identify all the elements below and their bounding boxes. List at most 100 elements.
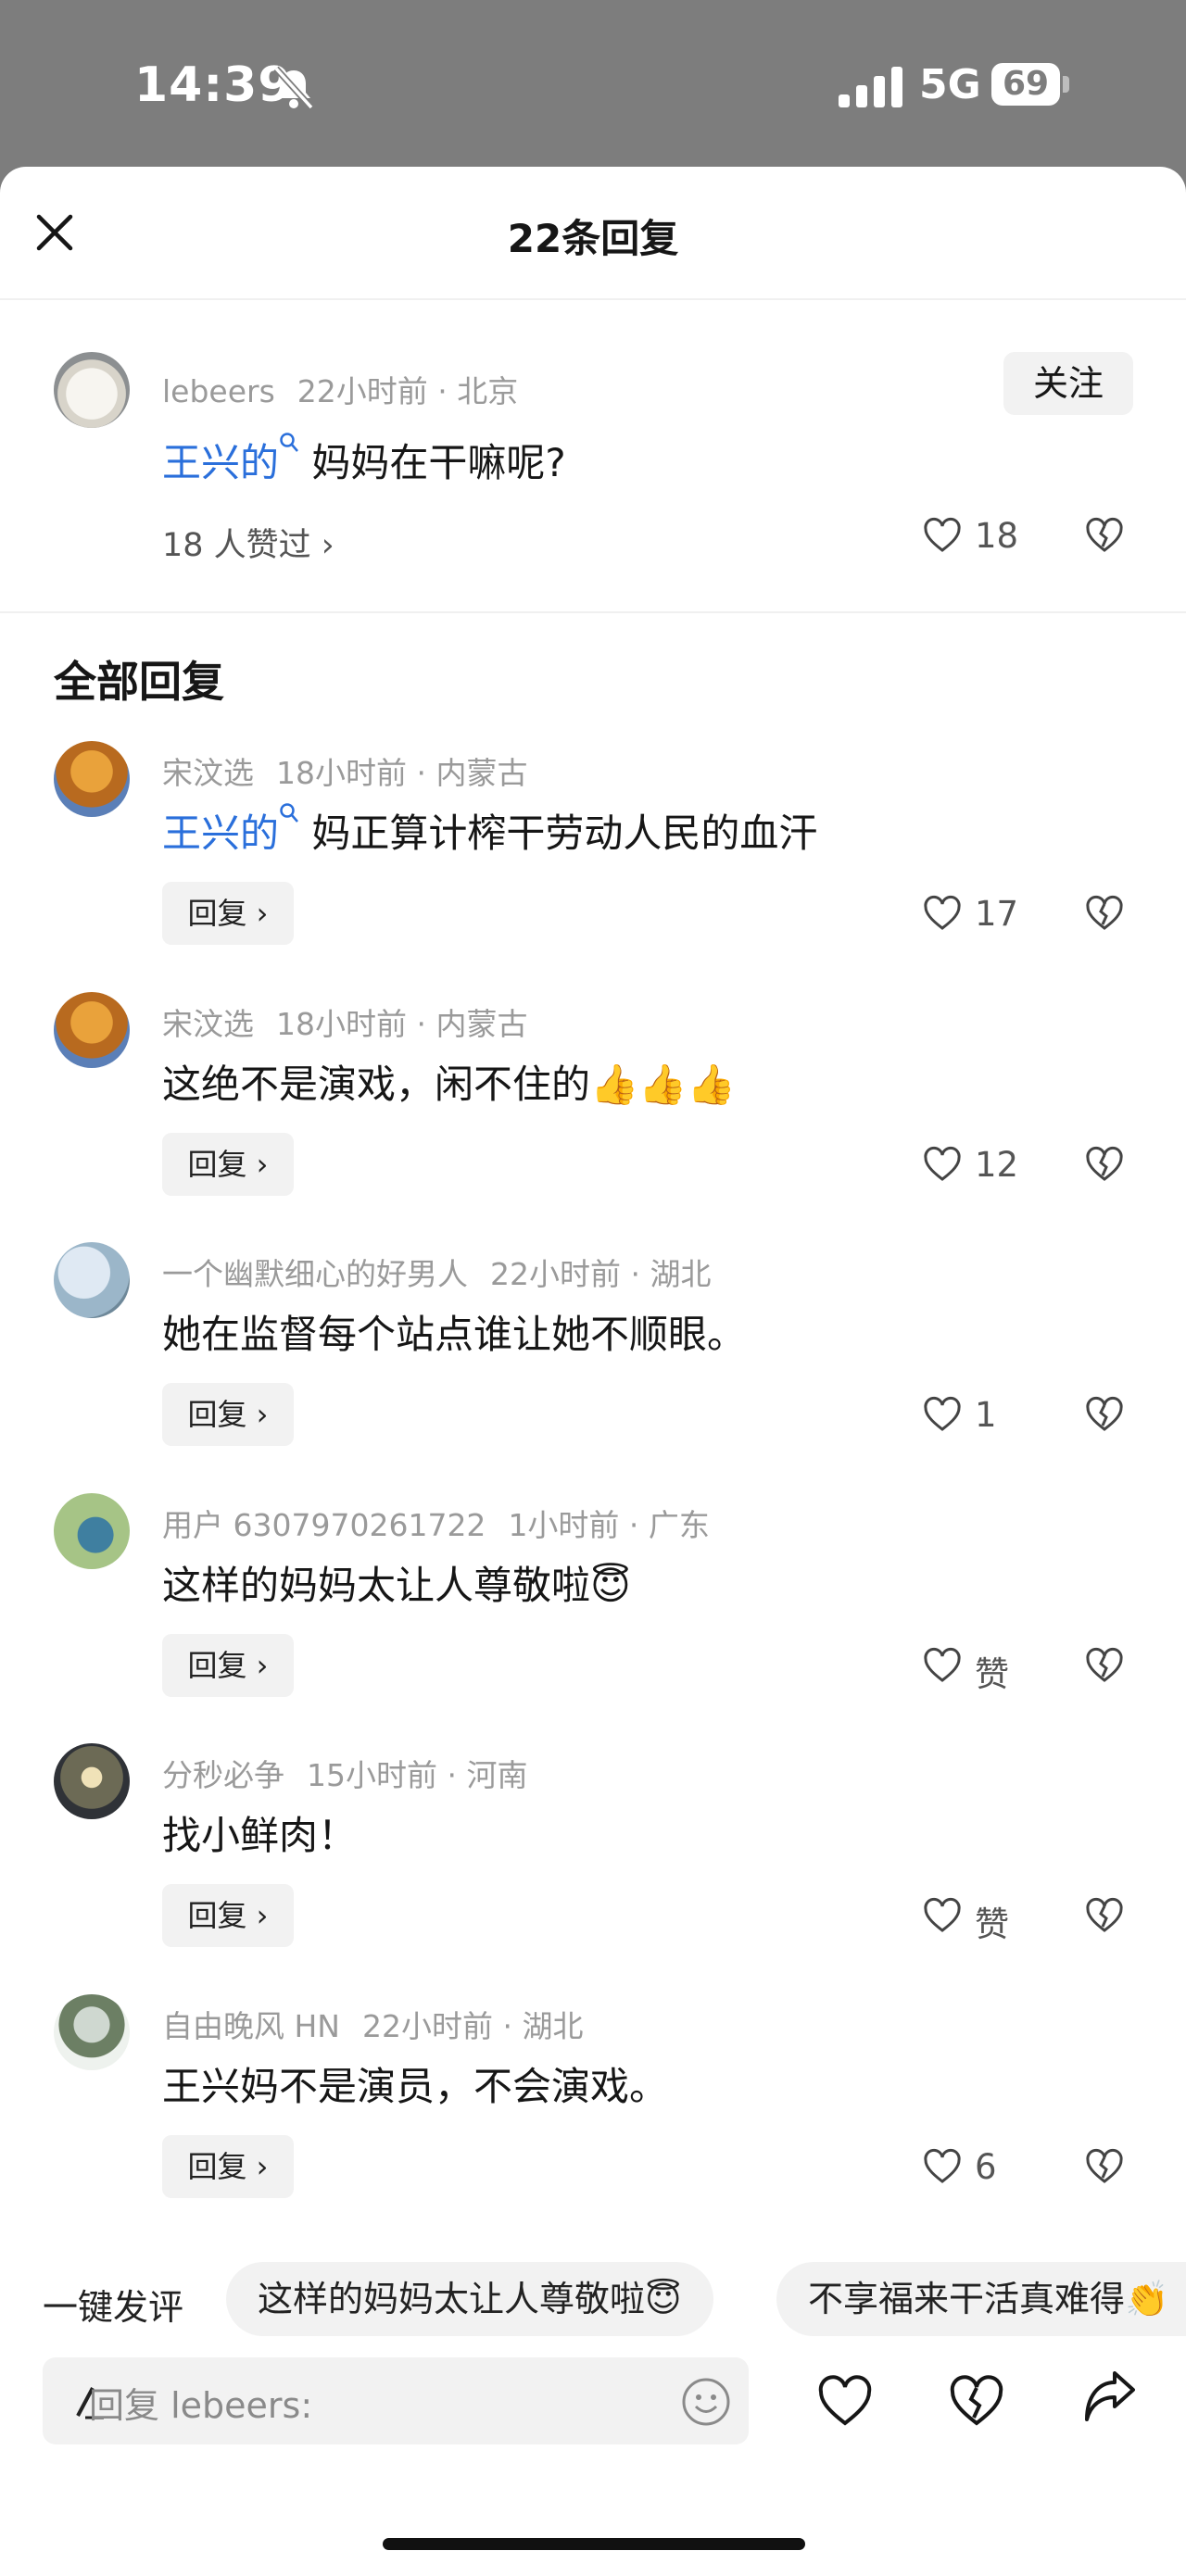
comment-time: 1小时前 [508,1507,620,1543]
heart-icon[interactable] [922,2146,963,2187]
reply-text: 这样的妈妈太让人尊敬啦😇 [162,1554,631,1611]
network-label: 5G [919,61,981,108]
follow-button[interactable]: 关注 [1003,352,1133,415]
likers-link[interactable]: 18 人赞过 › [162,519,334,566]
battery-level: 69 [1002,65,1050,103]
heart-icon[interactable] [922,1144,963,1185]
comment-time: 22小时前 [296,373,428,409]
comment-body: 妈正算计榨干劳动人民的血汗 [311,810,818,856]
divider [0,611,1186,613]
search-icon[interactable] [279,802,299,828]
reply-text: 王兴妈不是演员，不会演戏。 [162,2055,668,2112]
reply-button[interactable]: 回复 › [162,1884,294,1947]
root-comment-meta: lebeers 22小时前 · 北京 [162,373,519,409]
reply-meta: 自由晚风 HN 22小时前 · 湖北 [162,2008,584,2044]
like-count: 18 [975,516,1019,556]
avatar[interactable] [54,1242,130,1318]
home-indicator[interactable] [383,2538,805,2550]
mention-link[interactable]: 王兴的 [162,440,279,485]
heart-icon[interactable] [922,1895,963,1936]
like-count: 1 [975,1395,997,1435]
comment-time: 22小时前 [490,1256,621,1292]
avatar[interactable] [54,1743,130,1819]
username[interactable]: 用户 6307970261722 [162,1507,486,1543]
comment-location: 河南 [466,1757,528,1793]
comment-body: 她在监督每个站点谁让她不顺眼。 [162,1312,747,1357]
reply-text: 她在监督每个站点谁让她不顺眼。 [162,1303,746,1360]
broken-heart-icon[interactable] [1084,893,1125,934]
reply-meta: 分秒必争 15小时前 · 河南 [162,1757,528,1793]
username[interactable]: 自由晚风 HN [162,2008,340,2044]
username[interactable]: lebeers [162,373,275,409]
avatar[interactable] [54,1994,130,2070]
quick-reply-chip[interactable]: 不享福来干活真难得👏 [776,2262,1186,2336]
avatar[interactable] [54,352,130,428]
username[interactable]: 宋汶选 [162,755,254,791]
comment-body: 妈妈在干嘛呢? [311,440,566,485]
username[interactable]: 分秒必争 [162,1757,284,1793]
reply-text: 找小鲜肉！ [162,1804,357,1861]
reply-button[interactable]: 回复 › [162,1133,294,1196]
reply-text: 这绝不是演戏，闲不住的👍👍👍 [162,1053,736,1110]
heart-icon[interactable] [922,893,963,934]
quick-reply-label: 一键发评 [43,2287,184,2328]
signal-icon [839,67,902,107]
comment-time: 18小时前 [276,755,407,791]
reply-meta: 用户 6307970261722 1小时前 · 广东 [162,1507,710,1543]
avatar[interactable] [54,741,130,817]
broken-heart-icon[interactable] [1084,1895,1125,1936]
quick-reply-chip[interactable]: 这样的妈妈太让人尊敬啦😇 [226,2262,713,2336]
emoji-icon[interactable] [680,2376,732,2428]
reply-button[interactable]: 回复 › [162,1634,294,1697]
comment-location: 内蒙古 [435,755,528,791]
comment-body: 找小鲜肉！ [162,1813,358,1858]
avatar[interactable] [54,1493,130,1569]
heart-icon[interactable] [922,1645,963,1686]
avatar[interactable] [54,992,130,1068]
reply-meta: 宋汶选 18小时前 · 内蒙古 [162,755,528,791]
comment-location: 湖北 [522,2008,584,2044]
like-count: 17 [975,894,1019,934]
broken-heart-icon[interactable] [1084,1645,1125,1686]
like-count: 赞 [975,1904,1009,1944]
status-time: 14:39 [134,57,293,113]
username[interactable]: 宋汶选 [162,1006,254,1042]
reply-text: 王兴的 妈正算计榨干劳动人民的血汗 [162,802,817,859]
comment-location: 内蒙古 [435,1006,528,1042]
comment-body: 这绝不是演戏，闲不住的👍👍👍 [162,1062,736,1107]
heart-icon[interactable] [922,515,963,556]
broken-heart-icon[interactable] [1084,1394,1125,1435]
comment-location: 广东 [648,1507,710,1543]
search-icon[interactable] [279,432,299,458]
section-title: 全部回复 [54,657,224,707]
comment-time: 18小时前 [276,1006,407,1042]
sheet-title: 22条回复 [507,216,679,261]
username[interactable]: 一个幽默细心的好男人 [162,1256,468,1292]
comment-time: 15小时前 [307,1757,437,1793]
broken-heart-icon[interactable] [1084,1144,1125,1185]
comment-location: 湖北 [650,1256,712,1292]
mention-link[interactable]: 王兴的 [162,810,279,856]
reply-input-placeholder: 回复 lebeers: [89,2385,313,2426]
like-count: 12 [975,1145,1019,1185]
comment-body: 这样的妈妈太让人尊敬啦😇 [162,1563,631,1608]
broken-heart-icon[interactable] [1084,515,1125,556]
reply-meta: 宋汶选 18小时前 · 内蒙古 [162,1006,528,1042]
comment-location: 北京 [457,373,519,409]
divider [0,298,1186,300]
battery-icon: 69 [991,63,1071,106]
comment-body: 王兴妈不是演员，不会演戏。 [162,2064,669,2109]
broken-heart-icon[interactable] [947,2371,1006,2431]
like-count: 赞 [975,1654,1009,1694]
share-icon[interactable] [1079,2371,1139,2431]
like-count: 6 [975,2147,997,2187]
reply-button[interactable]: 回复 › [162,882,294,945]
heart-icon[interactable] [922,1394,963,1435]
reply-meta: 一个幽默细心的好男人 22小时前 · 湖北 [162,1256,712,1292]
root-comment-text: 王兴的 妈妈在干嘛呢? [162,432,566,488]
broken-heart-icon[interactable] [1084,2146,1125,2187]
reply-button[interactable]: 回复 › [162,1383,294,1446]
comment-time: 22小时前 [362,2008,493,2044]
heart-icon[interactable] [815,2371,875,2431]
reply-button[interactable]: 回复 › [162,2135,294,2198]
